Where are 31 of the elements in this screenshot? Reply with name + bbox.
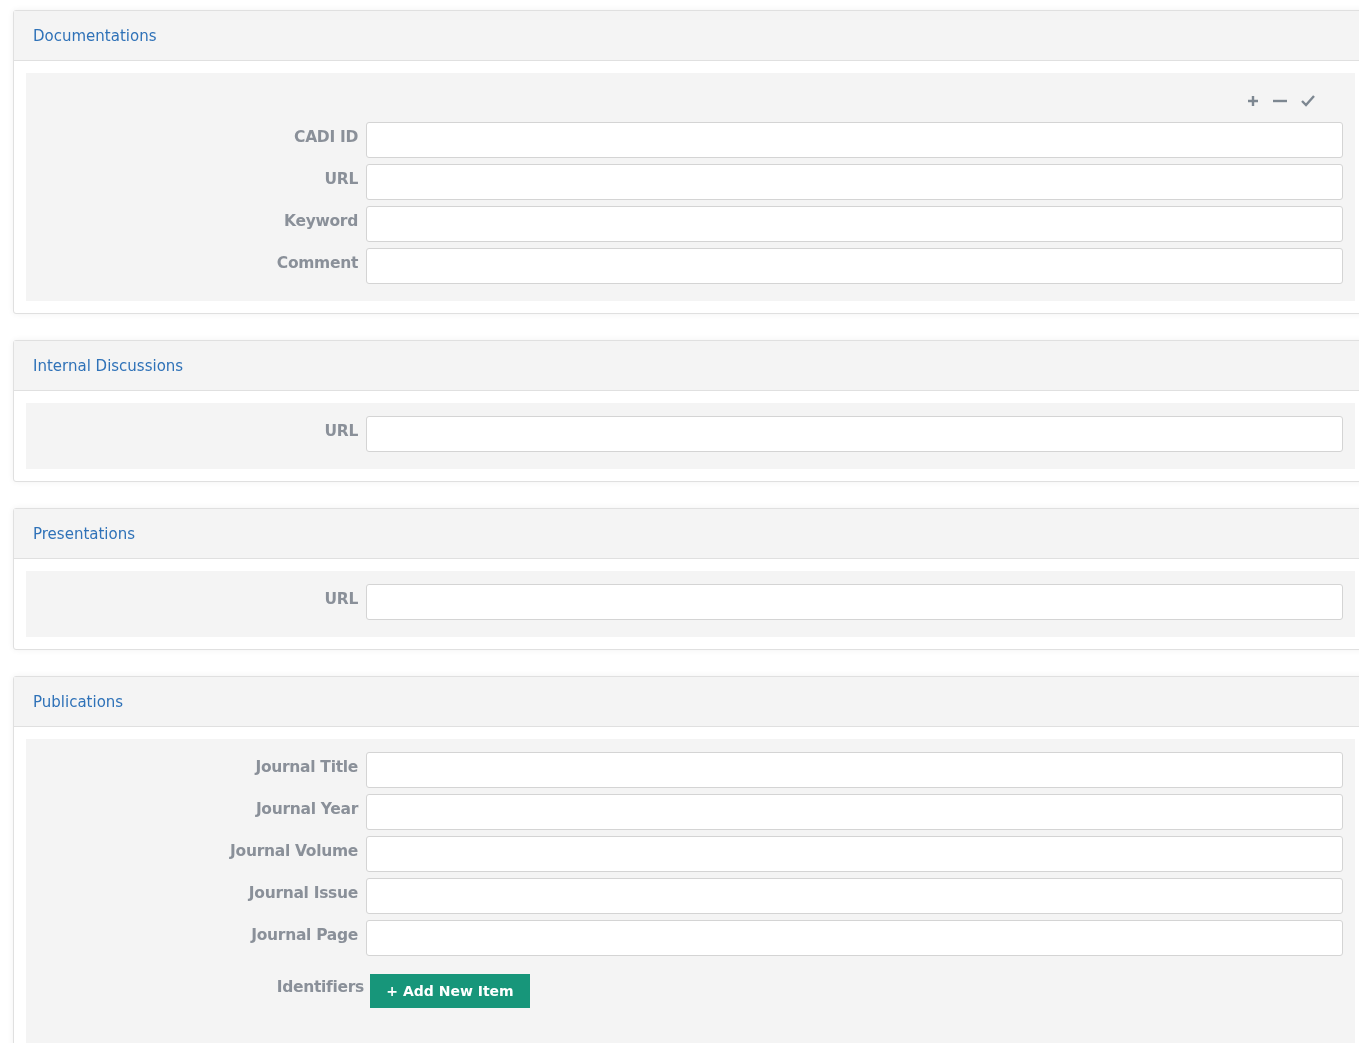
section-title: Presentations	[33, 524, 136, 543]
input-field[interactable]	[366, 794, 1343, 830]
field-label: Journal Title	[253, 757, 359, 776]
field-label: URL	[323, 589, 359, 608]
input-field[interactable]	[366, 752, 1343, 788]
section-title: Documentations	[33, 26, 157, 45]
field-label: Journal Issue	[247, 883, 359, 902]
field-label: Identifiers	[275, 977, 365, 996]
input-field[interactable]	[366, 920, 1343, 956]
input-field[interactable]	[366, 248, 1343, 284]
field-label: URL	[323, 169, 359, 188]
field-label: URL	[323, 421, 359, 440]
section-title: Internal Discussions	[33, 356, 184, 375]
minus-icon[interactable]	[1273, 99, 1287, 103]
plus-icon[interactable]	[1247, 95, 1259, 107]
field-label: Journal Volume	[228, 841, 359, 860]
input-field[interactable]	[366, 416, 1343, 452]
field-label: CADI ID	[293, 127, 359, 146]
section-title: Publications	[33, 692, 124, 711]
input-field[interactable]	[366, 584, 1343, 620]
input-field[interactable]	[366, 164, 1343, 200]
add-item-button[interactable]: + Add New Item	[370, 974, 530, 1008]
check-icon[interactable]	[1301, 95, 1315, 107]
input-field[interactable]	[366, 122, 1343, 158]
field-label: Journal Page	[249, 925, 359, 944]
field-label: Comment	[275, 253, 359, 272]
field-label: Journal Year	[254, 799, 360, 818]
input-field[interactable]	[366, 878, 1343, 914]
field-label: Keyword	[283, 211, 359, 230]
input-field[interactable]	[366, 836, 1343, 872]
input-field[interactable]	[366, 206, 1343, 242]
